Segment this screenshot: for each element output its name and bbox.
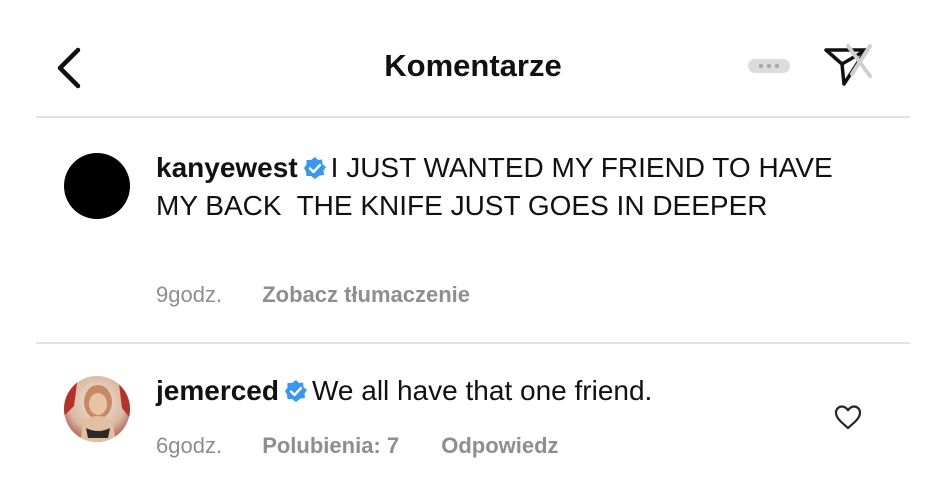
reply-link[interactable]: Odpowiedz	[441, 433, 558, 459]
avatar[interactable]	[64, 153, 130, 219]
comment-username[interactable]: jemerced	[156, 375, 279, 406]
comment-time: 9godz.	[156, 282, 223, 307]
avatar[interactable]	[64, 376, 130, 442]
comments-header: Komentarze	[0, 0, 946, 116]
see-translation-link[interactable]: Zobacz tłumaczenie	[262, 282, 470, 308]
comment-time: 6godz.	[156, 433, 223, 458]
comment-meta: 6godz. Polubienia: 7 Odpowiedz	[156, 433, 559, 459]
like-comment-button[interactable]	[834, 404, 862, 430]
verified-badge-icon	[284, 380, 307, 402]
send-button[interactable]	[822, 40, 872, 90]
comment-divider	[36, 342, 910, 344]
likes-count-link[interactable]: Polubienia: 7	[262, 433, 399, 459]
send-icon	[824, 44, 872, 86]
profile-photo-image	[64, 376, 130, 442]
comment-text: We all have that one friend.	[311, 375, 653, 406]
more-options-button[interactable]	[748, 58, 790, 74]
verified-badge-icon	[303, 157, 326, 179]
comment-username[interactable]: kanyewest	[156, 152, 298, 183]
page-title: Komentarze	[384, 48, 562, 83]
comment-body: jemerced We all have that one friend.	[156, 372, 796, 410]
more-dots-icon	[748, 59, 790, 73]
heart-icon	[834, 405, 862, 430]
comment-meta: 9godz. Zobacz tłumaczenie	[156, 282, 470, 308]
header-divider	[36, 116, 910, 118]
comment-body: kanyewest I JUST WANTED MY FRIEND TO HAV…	[156, 149, 846, 225]
